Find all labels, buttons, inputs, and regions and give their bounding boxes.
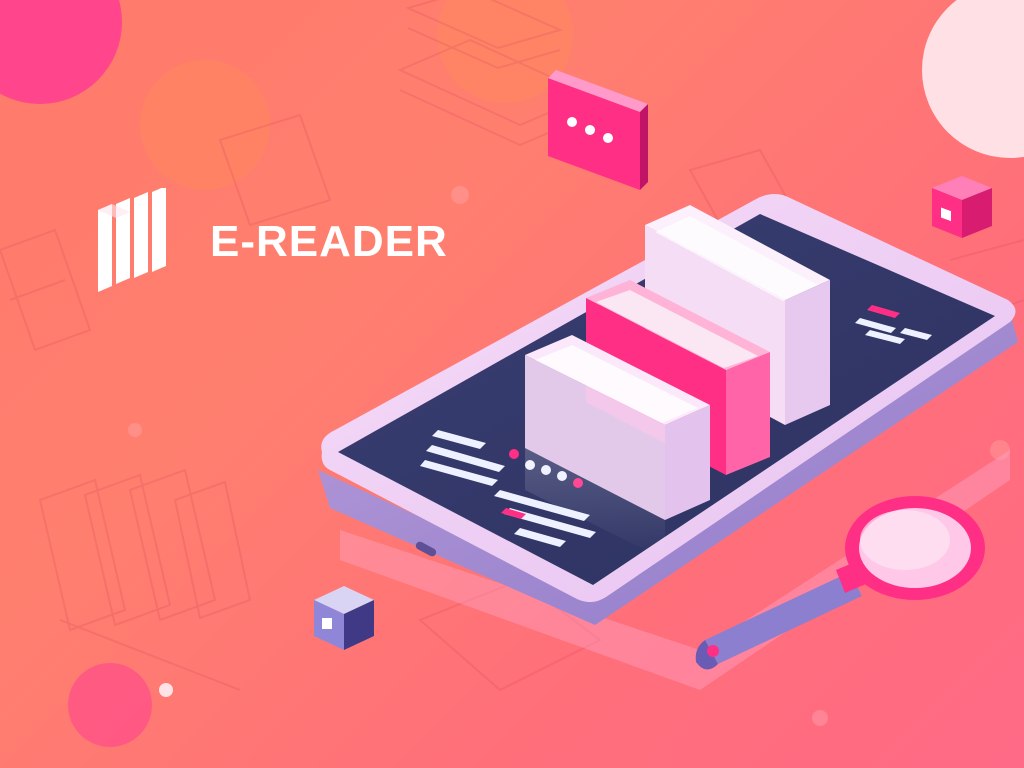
cube-icon <box>932 176 992 238</box>
circle-dot-4 <box>128 423 142 437</box>
brand-title: E-READER <box>210 217 448 266</box>
cube-icon <box>314 586 374 650</box>
circle-dot-2 <box>812 710 828 726</box>
circle-soft-1 <box>140 60 270 190</box>
chat-bubble-icon <box>548 70 648 190</box>
circle-top-right <box>922 0 1024 158</box>
books-icon <box>98 188 166 292</box>
circle-dot-1 <box>159 683 173 697</box>
books-on-phone <box>525 205 830 560</box>
circle-bottom-left <box>68 663 152 747</box>
circle-top-left <box>0 0 122 104</box>
circle-dot-3 <box>451 186 469 204</box>
ereader-illustration <box>0 0 1024 747</box>
brand: E-READER <box>92 188 448 296</box>
